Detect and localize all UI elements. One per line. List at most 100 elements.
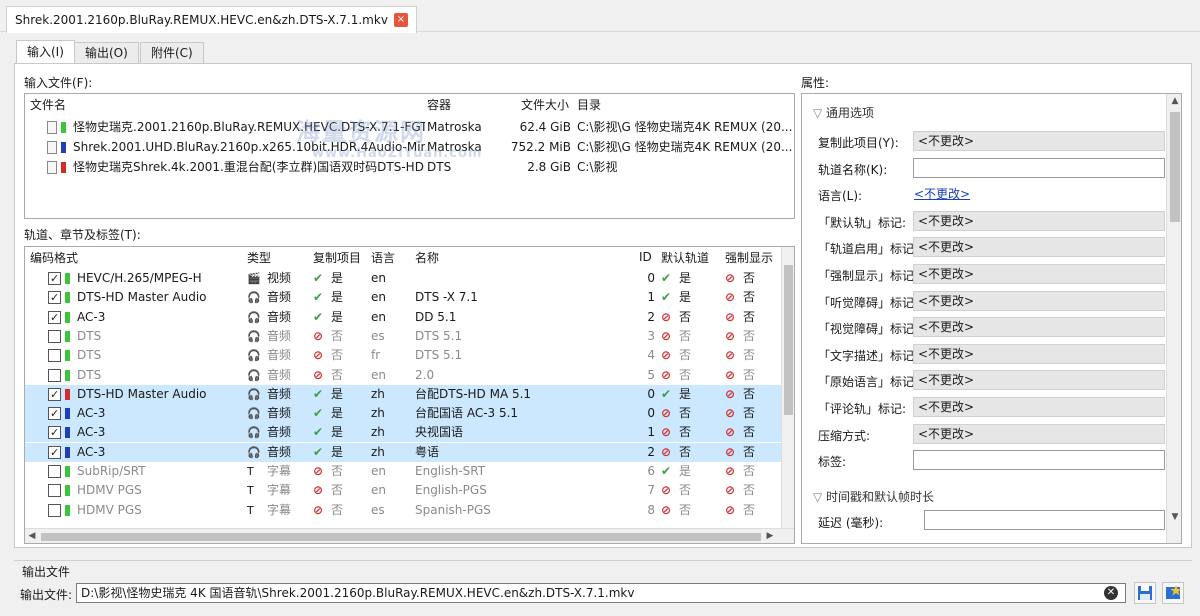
track-name: 台配DTS-HD MA 5.1: [415, 386, 532, 401]
track-checkbox[interactable]: [48, 368, 61, 382]
close-icon[interactable]: ×: [393, 13, 408, 27]
tracks-horizontal-scrollbar[interactable]: ◀ ▶: [25, 528, 794, 543]
track-name: 2.0: [415, 367, 435, 382]
tracks-hscroll-thumb[interactable]: [41, 533, 761, 541]
general-section-header[interactable]: ▽ 通用选项: [813, 104, 874, 121]
track-checkbox[interactable]: [48, 407, 61, 421]
track-row[interactable]: DTS 🎧 音频 ⊘ 否 es DTS 5.1 3 ⊘ 否 ⊘ 否: [25, 327, 781, 346]
track-row[interactable]: HDMV PGS T 字幕 ⊘ 否 es Spanish-PGS 8 ⊘ 否 ⊘ 否: [25, 501, 781, 520]
track-lang: en: [371, 483, 386, 498]
header-dir[interactable]: 目录: [577, 96, 601, 113]
tracks-list[interactable]: 编码格式 类型 复制项目 语言 名称 ID 默认轨道 强制显示 HEVC/H.2…: [24, 246, 795, 544]
prohibit-icon: ⊘: [725, 386, 736, 401]
track-checkbox[interactable]: [48, 272, 61, 285]
track-checkbox[interactable]: [48, 426, 61, 440]
track-checkbox[interactable]: [48, 329, 61, 343]
tab-output[interactable]: 输出(O): [74, 42, 139, 63]
clear-icon[interactable]: ✕: [1104, 586, 1118, 600]
header-container[interactable]: 容器: [427, 96, 451, 113]
track-row[interactable]: DTS-HD Master Audio 🎧 音频 ✔ 是 zh 台配DTS-HD MA 5.…: [25, 384, 781, 404]
track-lang: en: [371, 290, 386, 305]
prohibit-icon: ⊘: [661, 309, 672, 324]
track-id: 0: [647, 386, 655, 401]
file-dir: C:\影视\G 怪物史瑞克4K REMUX (20...: [577, 120, 792, 134]
track-default: 是: [679, 271, 692, 285]
scroll-up-icon[interactable]: ▲: [1170, 96, 1180, 106]
scroll-right-icon[interactable]: ▶: [765, 531, 775, 541]
prohibit-icon: ⊘: [725, 309, 736, 324]
track-row[interactable]: DTS 🎧 音频 ⊘ 否 en 2.0 5 ⊘ 否 ⊘ 否: [25, 366, 781, 385]
property-select[interactable]: <不更改>: [913, 131, 1165, 151]
header-name[interactable]: 名称: [415, 249, 439, 266]
track-checkbox[interactable]: [48, 387, 61, 401]
property-select[interactable]: <不更改>: [913, 317, 1165, 338]
property-select[interactable]: <不更改>: [913, 210, 1165, 231]
track-default: 否: [679, 502, 692, 517]
track-row[interactable]: SubRip/SRT T 字幕 ⊘ 否 en English-SRT 6 ✔ 是 ⊘ 否: [25, 462, 781, 481]
track-copy: 是: [331, 444, 344, 459]
track-id: 2: [647, 444, 655, 459]
property-select[interactable]: <不更改>: [913, 343, 1165, 364]
save-as-button[interactable]: [1134, 582, 1156, 604]
property-label: 「听觉障碍」标记:: [818, 295, 919, 310]
track-checkbox[interactable]: [48, 310, 61, 324]
tracks-vertical-scrollbar[interactable]: [781, 247, 794, 528]
scroll-down-icon[interactable]: ▼: [1170, 512, 1180, 522]
header-codec[interactable]: 编码格式: [30, 249, 78, 266]
property-input[interactable]: [913, 450, 1165, 471]
track-color-swatch: [65, 311, 70, 323]
output-file-input[interactable]: D:\影视\怪物史瑞克 4K 国语音轨\Shrek.2001.2160p.Blu…: [76, 583, 1126, 603]
add-to-queue-button[interactable]: [1162, 582, 1184, 604]
property-label: 「原始语言」标记:: [818, 375, 919, 390]
track-row[interactable]: AC-3 🎧 音频 ✔ 是 zh 粤语 2 ⊘ 否 ⊘ 否: [25, 442, 781, 462]
input-files-header: 文件名 容器 文件大小 目录: [25, 94, 794, 114]
track-checkbox[interactable]: [48, 503, 61, 517]
header-forced[interactable]: 强制显示: [725, 249, 773, 266]
track-type: 音频: [267, 309, 292, 324]
property-select[interactable]: <不更改>: [913, 264, 1165, 284]
header-copy[interactable]: 复制项目: [313, 249, 361, 266]
timing-section-header[interactable]: ▽ 时间戳和默认帧时长: [813, 488, 934, 505]
track-row[interactable]: DTS 🎧 音频 ⊘ 否 fr DTS 5.1 4 ⊘ 否 ⊘ 否: [25, 346, 781, 365]
property-label: 「轨道启用」标记:: [818, 242, 919, 257]
track-checkbox[interactable]: [48, 291, 61, 305]
track-row[interactable]: AC-3 🎧 音频 ✔ 是 zh 台配国语 AC-3 5.1 0 ⊘ 否 ⊘ 否: [25, 404, 781, 424]
track-checkbox[interactable]: [48, 465, 61, 478]
header-type[interactable]: 类型: [247, 249, 271, 266]
track-checkbox[interactable]: [48, 349, 61, 363]
track-default: 否: [679, 367, 692, 382]
file-icon: [47, 161, 57, 174]
tracks-scroll-thumb[interactable]: [784, 265, 793, 415]
track-name: Spanish-PGS: [415, 502, 491, 517]
header-id[interactable]: ID: [639, 250, 652, 264]
header-lang[interactable]: 语言: [371, 249, 395, 266]
track-checkbox[interactable]: [48, 484, 61, 498]
language-link[interactable]: <不更改>: [914, 184, 970, 204]
properties-scroll-thumb[interactable]: [1170, 112, 1180, 222]
tab-input[interactable]: 输入(I): [16, 40, 75, 64]
property-select[interactable]: <不更改>: [913, 370, 1165, 391]
track-row[interactable]: HDMV PGS T 字幕 ⊘ 否 en English-PGS 7 ⊘ 否 ⊘ 否: [25, 481, 781, 500]
property-label: 压缩方式:: [818, 428, 871, 443]
track-lang: en: [371, 271, 386, 285]
header-size[interactable]: 文件大小: [521, 96, 569, 113]
property-select[interactable]: <不更改>: [913, 423, 1165, 444]
tab-attachments[interactable]: 附件(C): [140, 42, 204, 63]
scroll-left-icon[interactable]: ◀: [27, 531, 37, 541]
track-row[interactable]: HEVC/H.265/MPEG-H 🎬 视频 ✔ 是 en 0 ✔ 是 ⊘ 否: [25, 269, 781, 288]
properties-scrollbar[interactable]: ▲ ▼: [1166, 94, 1181, 543]
property-input[interactable]: [913, 157, 1165, 178]
header-filename[interactable]: 文件名: [30, 96, 66, 113]
header-default[interactable]: 默认轨道: [661, 249, 709, 266]
track-checkbox[interactable]: [48, 445, 61, 459]
track-row[interactable]: AC-3 🎧 音频 ✔ 是 zh 央视国语 1 ⊘ 否 ⊘ 否: [25, 423, 781, 443]
property-select[interactable]: <不更改>: [913, 237, 1165, 258]
property-select[interactable]: <不更改>: [913, 397, 1165, 417]
track-codec: SubRip/SRT: [77, 464, 146, 478]
track-row[interactable]: AC-3 🎧 音频 ✔ 是 en DD 5.1 2 ⊘ 否 ⊘ 否: [25, 308, 781, 327]
track-default: 否: [679, 425, 692, 440]
delay-input[interactable]: [924, 510, 1165, 530]
document-tab[interactable]: Shrek.2001.2160p.BluRay.REMUX.HEVC.en&zh…: [6, 6, 417, 33]
track-row[interactable]: DTS-HD Master Audio 🎧 音频 ✔ 是 en DTS -X 7.1 1 ✔ 是 ⊘…: [25, 288, 781, 307]
property-select[interactable]: <不更改>: [913, 290, 1165, 311]
